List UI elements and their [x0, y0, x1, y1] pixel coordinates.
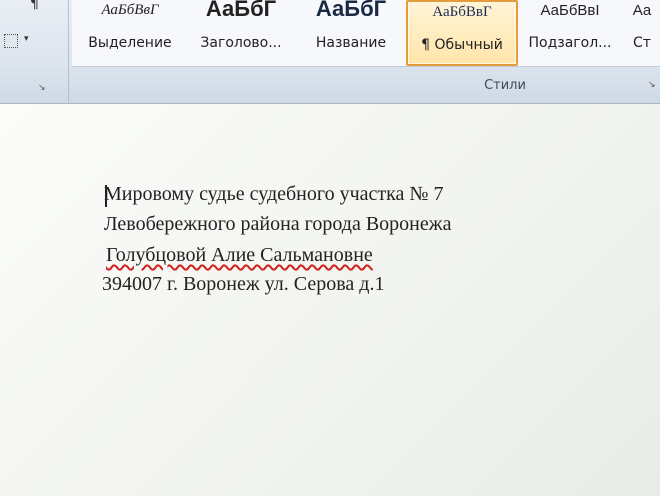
styles-group-label: Стили	[484, 78, 526, 93]
document-page[interactable]: Мировому судье судебного участка № 7 Лев…	[0, 104, 660, 496]
style-sample: АаБбВвІ	[540, 2, 600, 19]
style-label: Ст	[633, 35, 651, 51]
style-sample: АаБбВвГ	[432, 4, 492, 20]
style-sample: Аа	[632, 2, 652, 19]
paragraph-group: ¶ ▾ ↘	[0, 0, 68, 103]
address-line-3[interactable]: Голубцовой Алие Сальмановне	[106, 244, 373, 267]
style-label: Подзагол...	[528, 35, 612, 51]
group-divider	[68, 0, 69, 103]
styles-gallery: АаБбВвГ Выделение АаБбГ Заголово... АаБб…	[72, 0, 660, 67]
style-normal[interactable]: АаБбВвГ ¶ Обычный	[406, 0, 518, 66]
ribbon: ¶ ▾ ↘ АаБбВвГ Выделение АаБбГ Заголово..…	[0, 0, 660, 104]
address-line-2[interactable]: Левобережного района города Воронежа	[104, 213, 451, 236]
style-label: Заголово...	[200, 35, 282, 51]
chevron-down-icon[interactable]: ▾	[24, 34, 29, 44]
styles-dialog-launcher-icon[interactable]: ↘	[648, 80, 656, 90]
style-label: ¶ Обычный	[421, 37, 503, 53]
address-line-1[interactable]: Мировому судье судебного участка № 7	[104, 183, 444, 206]
style-sample: АаБбГ	[205, 0, 277, 21]
show-formatting-button[interactable]: ¶	[30, 0, 39, 12]
style-sample: АаБбГ	[315, 0, 387, 21]
style-sample: АаБбВвГ	[101, 2, 159, 18]
address-line-4[interactable]: 394007 г. Воронеж ул. Серова д.1	[102, 273, 384, 296]
style-label: Название	[315, 35, 387, 51]
borders-icon[interactable]	[4, 34, 18, 48]
style-title[interactable]: АаБбГ Название	[298, 0, 404, 62]
style-subtitle[interactable]: АаБбВвІ Подзагол...	[520, 0, 620, 62]
style-heading[interactable]: АаБбГ Заголово...	[186, 0, 296, 62]
paragraph-dialog-launcher-icon[interactable]: ↘	[38, 83, 46, 93]
style-partial[interactable]: Аа Ст	[624, 0, 660, 62]
style-emphasis[interactable]: АаБбВвГ Выделение	[76, 0, 184, 62]
style-label: Выделение	[88, 35, 172, 51]
